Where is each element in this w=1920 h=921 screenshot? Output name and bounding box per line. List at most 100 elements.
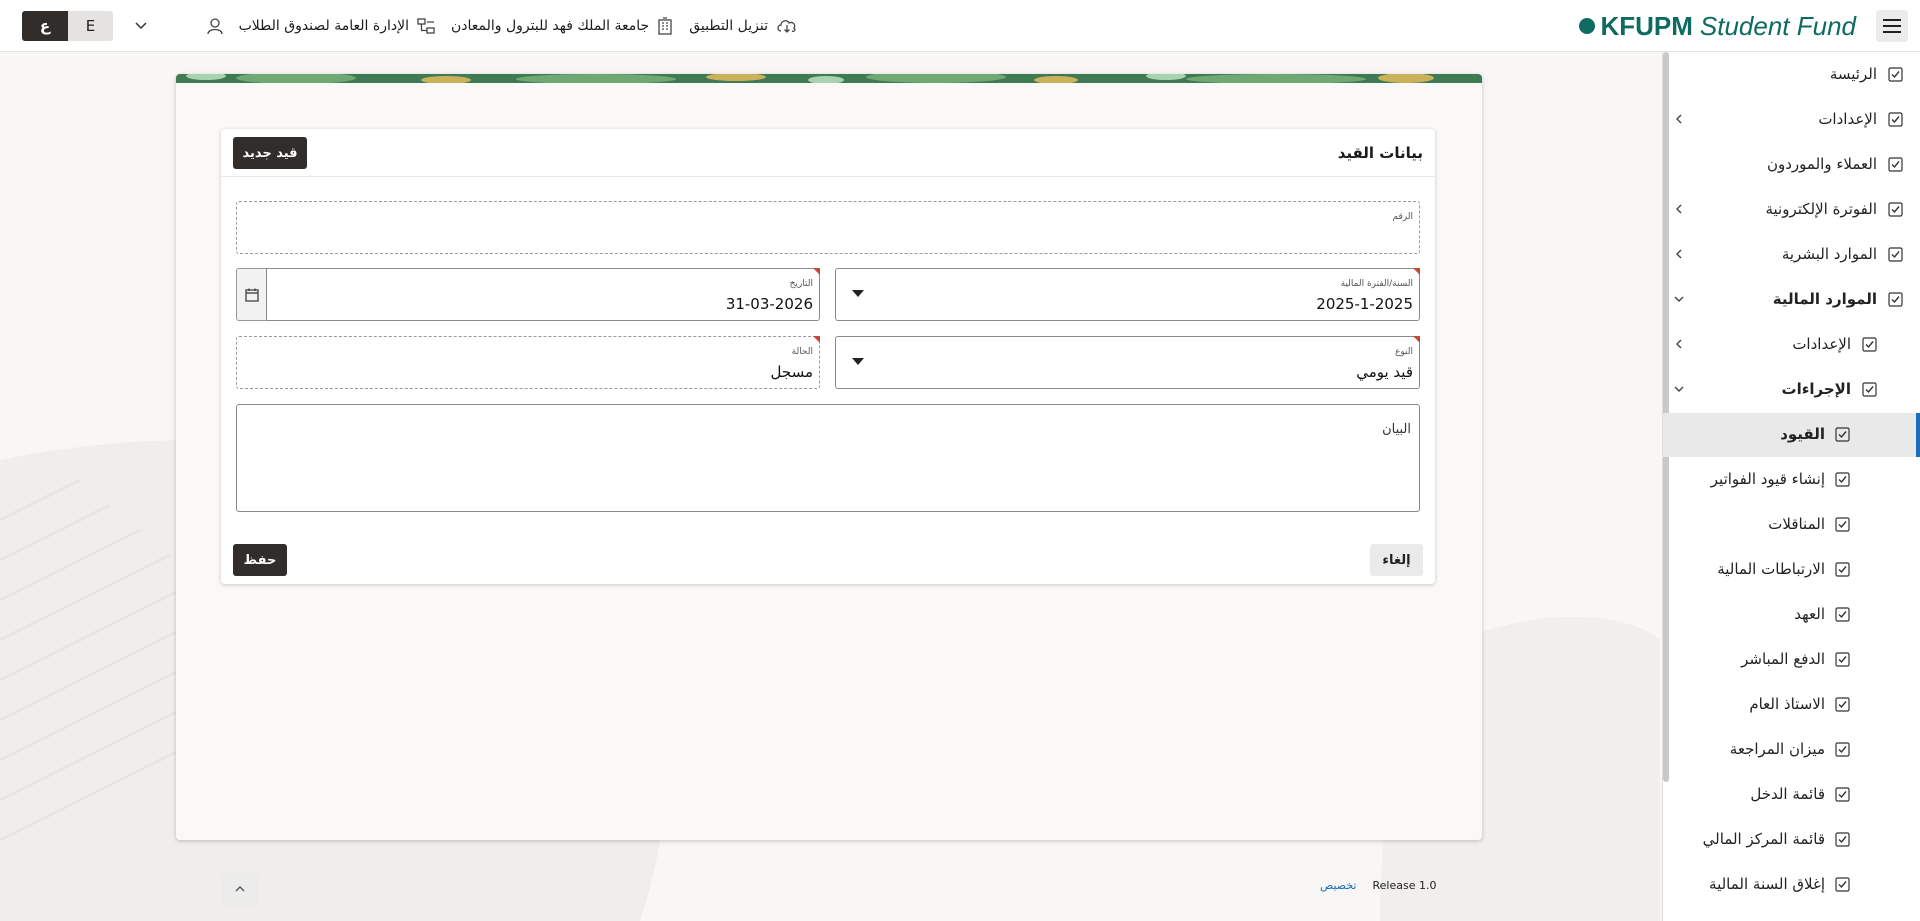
entry-type-value: قيد يومي: [1356, 363, 1413, 381]
sidebar-item[interactable]: قائمة الدخل: [1663, 773, 1920, 817]
sidebar-item-label: قائمة الدخل: [1750, 785, 1825, 803]
scroll-to-top-button[interactable]: [222, 872, 258, 906]
chevron-down-icon: [135, 22, 147, 30]
logo-secondary-text: Student Fund: [1699, 10, 1856, 41]
sidebar-nav: الرئيسة الإعدادات العملاء والموردون الفوترة…: [1662, 52, 1920, 921]
checkbox-icon: [1888, 292, 1903, 307]
checkbox-icon: [1835, 787, 1850, 802]
release-version: Release 1.0: [1372, 879, 1437, 892]
logo-primary-text: KFUPM: [1600, 10, 1693, 41]
main-content: بيانات القيد قيد جديد الرقم السنة/الفترة…: [176, 74, 1482, 840]
logo-mark-icon: [1579, 18, 1596, 34]
customize-link[interactable]: تخصيص: [1320, 879, 1357, 892]
sidebar-item-label: قائمة المركز المالي: [1702, 830, 1825, 848]
cancel-button[interactable]: إلغاء: [1370, 544, 1423, 576]
org-chart-icon: [417, 18, 435, 34]
chevron-left-icon[interactable]: [1672, 247, 1686, 261]
header-links: تنزيل التطبيق جامعة الملك فهد للبترول وا…: [206, 0, 798, 52]
sidebar-item-label: الاستاذ العام: [1749, 695, 1825, 713]
sidebar-item-label: المناقلات: [1768, 515, 1825, 533]
checkbox-icon: [1835, 652, 1850, 667]
sidebar-item[interactable]: القيود: [1663, 413, 1920, 457]
sidebar-item[interactable]: الإعدادات: [1663, 98, 1920, 142]
fiscal-period-value: 2025-1-2025: [1316, 295, 1413, 313]
sidebar-item[interactable]: إغلاق السنة المالية: [1663, 863, 1920, 907]
sidebar-item[interactable]: الفوترة الإلكترونية: [1663, 188, 1920, 232]
checkbox-icon: [1835, 427, 1850, 442]
date-field[interactable]: التاريخ 31-03-2026: [266, 268, 820, 321]
sidebar-item-label: الفوترة الإلكترونية: [1765, 200, 1877, 218]
chevron-left-icon[interactable]: [1672, 112, 1686, 126]
chevron-down-icon[interactable]: [1672, 292, 1686, 306]
status-value: مسجل: [770, 363, 813, 381]
caret-down-icon[interactable]: [852, 290, 864, 298]
required-indicator: [1413, 268, 1420, 275]
sidebar-item[interactable]: الدفع المباشر: [1663, 638, 1920, 682]
app-logo[interactable]: KFUPM Student Fund: [1579, 10, 1856, 41]
required-indicator: [1413, 336, 1420, 343]
user-icon: [206, 17, 223, 35]
sidebar-item[interactable]: الاستاذ العام: [1663, 683, 1920, 727]
save-button[interactable]: حفظ: [233, 544, 287, 576]
status-field: الحالة مسجل: [236, 336, 820, 389]
sidebar-item[interactable]: المناقلات: [1663, 503, 1920, 547]
chevron-down-icon[interactable]: [1672, 382, 1686, 396]
sidebar-item[interactable]: العملاء والموردون: [1663, 143, 1920, 187]
checkbox-icon: [1888, 112, 1903, 127]
chevron-left-icon[interactable]: [1672, 202, 1686, 216]
download-app-link[interactable]: تنزيل التطبيق: [689, 18, 798, 34]
new-entry-button[interactable]: قيد جديد: [233, 137, 307, 169]
caret-down-icon[interactable]: [852, 358, 864, 366]
chevron-left-icon[interactable]: [1672, 337, 1686, 351]
department-label: الإدارة العامة لصندوق الطلاب: [238, 18, 409, 34]
calendar-button[interactable]: [236, 268, 266, 321]
checkbox-icon: [1835, 697, 1850, 712]
sidebar-item[interactable]: الارتباطات المالية: [1663, 548, 1920, 592]
lang-arabic-button[interactable]: ع: [22, 11, 68, 41]
sidebar-item[interactable]: الموارد المالية: [1663, 278, 1920, 322]
fiscal-period-select[interactable]: السنة/الفترة المالية 2025-1-2025: [835, 268, 1420, 321]
fiscal-period-label: السنة/الفترة المالية: [1340, 279, 1413, 289]
sidebar-item-label: الإعدادات: [1818, 110, 1877, 128]
header-dropdown-button[interactable]: [134, 16, 148, 34]
sidebar-item-label: العملاء والموردون: [1766, 155, 1877, 173]
sidebar-item[interactable]: الموارد البشرية: [1663, 233, 1920, 277]
lang-english-button[interactable]: E: [68, 11, 113, 41]
university-label: جامعة الملك فهد للبترول والمعادن: [450, 18, 650, 34]
menu-toggle-button[interactable]: [1876, 10, 1908, 42]
download-app-label: تنزيل التطبيق: [689, 18, 768, 34]
checkbox-icon: [1835, 607, 1850, 622]
number-label: الرقم: [1392, 212, 1413, 222]
checkbox-icon: [1888, 157, 1903, 172]
number-field[interactable]: الرقم: [236, 201, 1420, 254]
required-indicator: [813, 336, 820, 343]
checkbox-icon: [1835, 517, 1850, 532]
date-value: 31-03-2026: [725, 295, 813, 313]
sidebar-item-label: الإعدادات: [1792, 335, 1851, 353]
checkbox-icon: [1888, 247, 1903, 262]
sidebar-item-label: الموارد البشرية: [1781, 245, 1877, 263]
decorative-banner: [176, 74, 1482, 83]
sidebar-item[interactable]: إنشاء قيود الفواتير: [1663, 458, 1920, 502]
sidebar-item[interactable]: العهد: [1663, 593, 1920, 637]
checkbox-icon: [1835, 877, 1850, 892]
department-link[interactable]: الإدارة العامة لصندوق الطلاب: [239, 18, 435, 34]
sidebar-item[interactable]: قائمة المركز المالي: [1663, 818, 1920, 862]
sidebar-item[interactable]: ميزان المراجعة: [1663, 728, 1920, 772]
user-profile-button[interactable]: [206, 17, 223, 35]
sidebar-item[interactable]: الإعدادات: [1663, 323, 1920, 367]
sidebar-item-label: إنشاء قيود الفواتير: [1710, 470, 1825, 488]
required-indicator: [813, 268, 820, 275]
form-header: بيانات القيد قيد جديد: [221, 129, 1435, 177]
status-label: الحالة: [791, 347, 813, 357]
university-link[interactable]: جامعة الملك فهد للبترول والمعادن: [451, 17, 673, 35]
sidebar-item[interactable]: الإجراءات: [1663, 368, 1920, 412]
language-switcher: ع E: [22, 11, 113, 41]
checkbox-icon: [1835, 742, 1850, 757]
sidebar-item-label: الإجراءات: [1781, 380, 1851, 398]
checkbox-icon: [1888, 67, 1903, 82]
entry-type-select[interactable]: النوع قيد يومي: [835, 336, 1420, 389]
description-textarea[interactable]: البيان: [236, 404, 1420, 512]
sidebar-item[interactable]: الرئيسة: [1663, 53, 1920, 97]
date-label: التاريخ: [789, 279, 813, 289]
